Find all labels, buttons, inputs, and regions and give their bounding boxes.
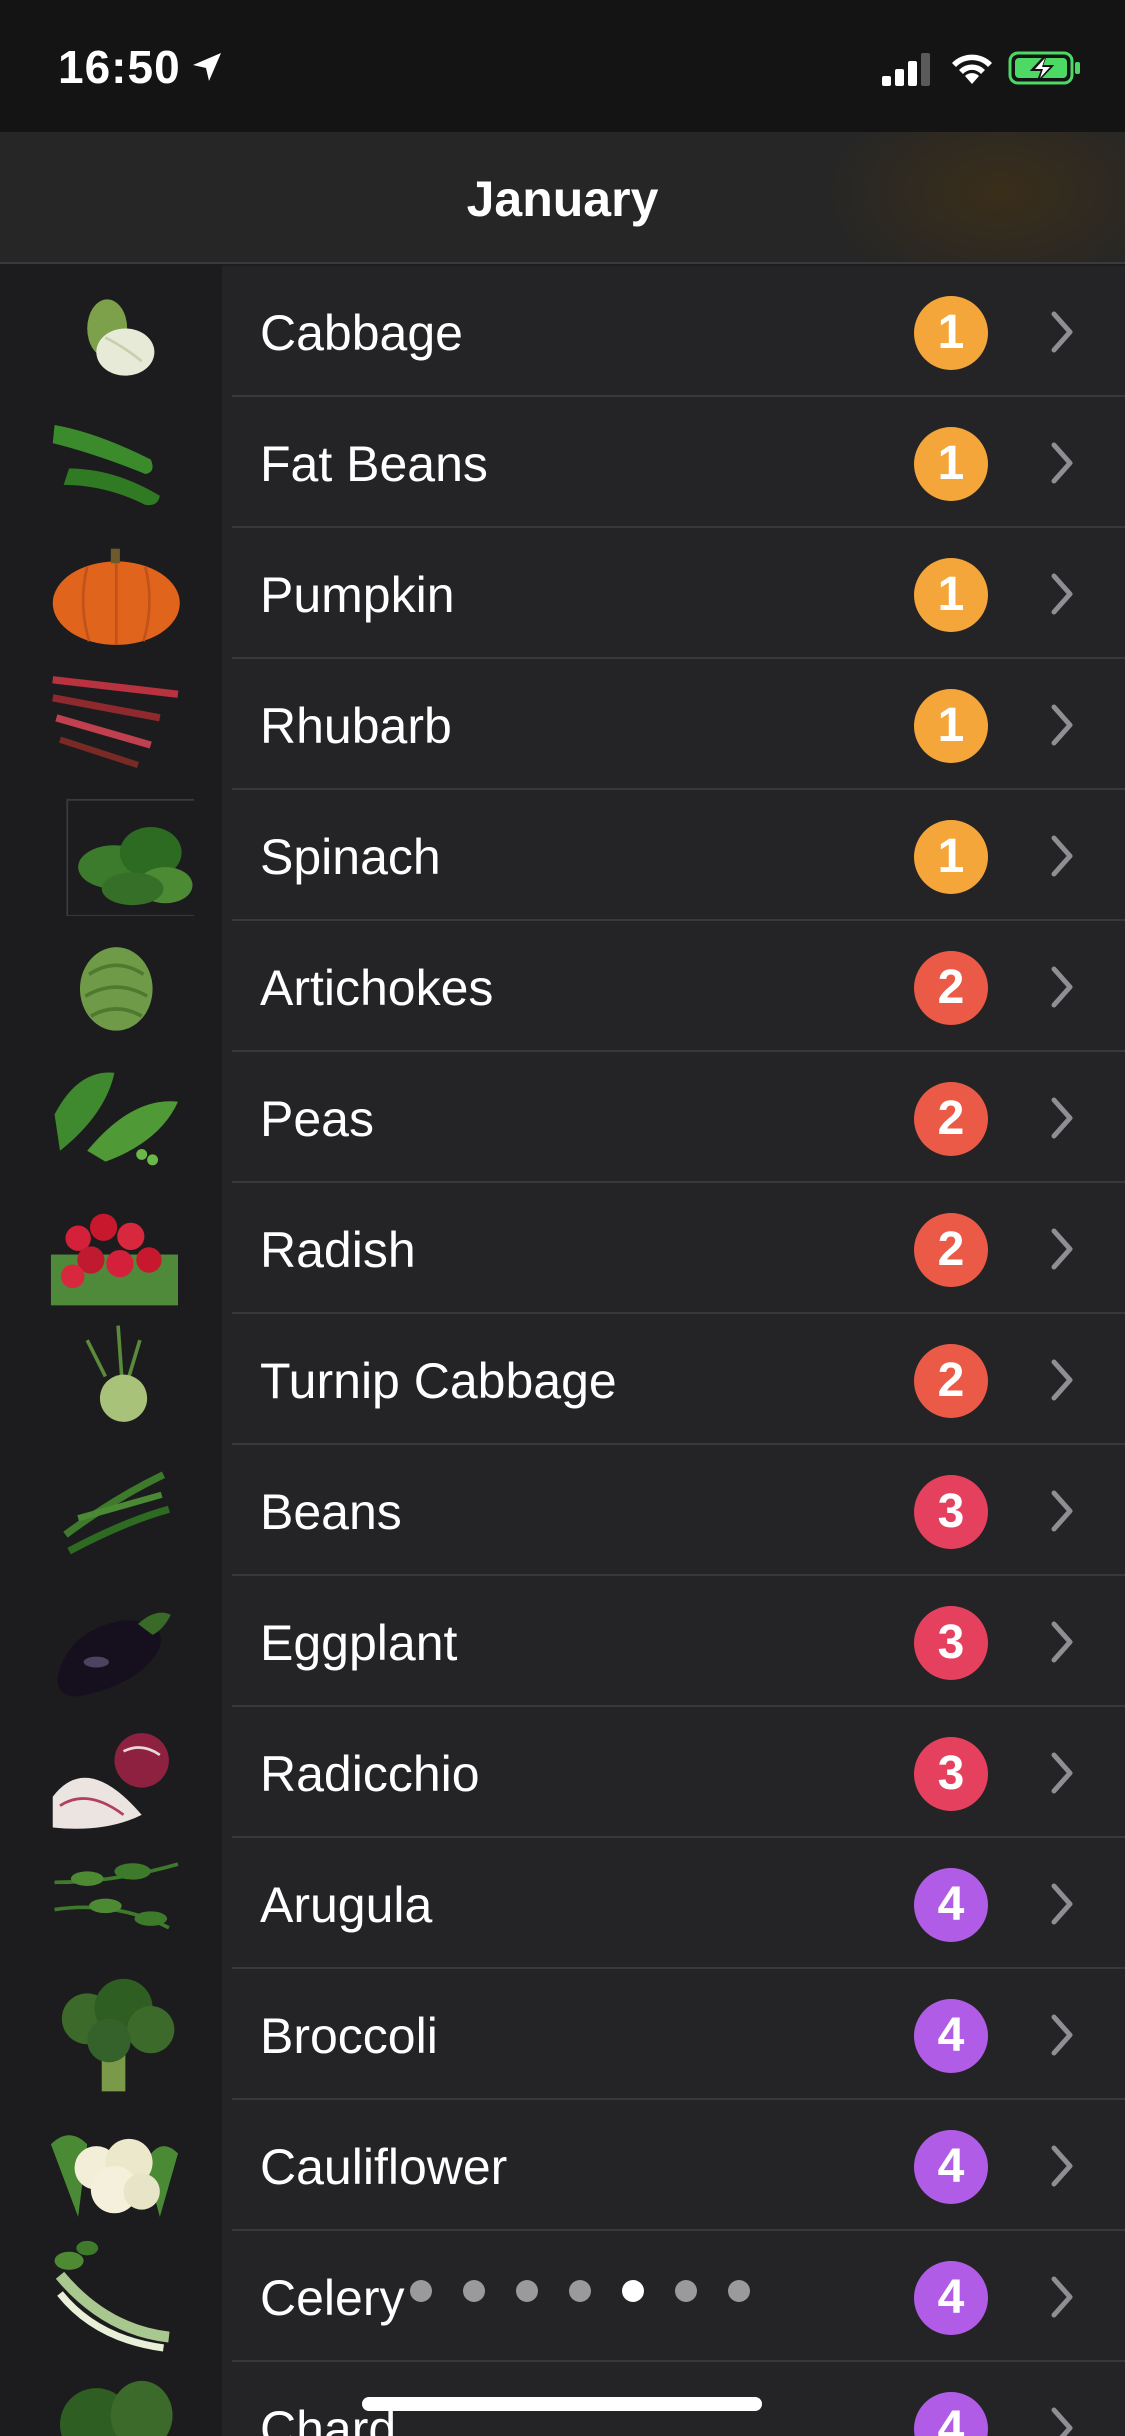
season-badge: 3 bbox=[914, 1737, 988, 1811]
page-dot[interactable] bbox=[516, 2280, 538, 2302]
chevron-right-icon bbox=[1051, 1883, 1073, 1925]
page-dot[interactable] bbox=[410, 2280, 432, 2302]
battery-charging-icon bbox=[1008, 51, 1080, 85]
list-item[interactable]: Turnip Cabbage 2 bbox=[0, 1314, 1125, 1445]
chevron-right-icon bbox=[1051, 2276, 1073, 2318]
chevron-right-icon bbox=[1051, 835, 1073, 877]
list-item[interactable]: Radicchio 3 bbox=[0, 1707, 1125, 1838]
season-badge: 2 bbox=[914, 1344, 988, 1418]
fat-beans-image bbox=[52, 424, 160, 506]
season-badge: 2 bbox=[914, 951, 988, 1025]
status-time: 16:50 bbox=[58, 41, 181, 93]
season-badge: 4 bbox=[914, 2130, 988, 2204]
eggplant-image bbox=[57, 1612, 171, 1697]
page-dot[interactable] bbox=[622, 2280, 644, 2302]
row-label: Turnip Cabbage bbox=[260, 1353, 617, 1409]
list-item[interactable]: Cauliflower 4 bbox=[0, 2100, 1125, 2231]
cellular-signal-icon bbox=[882, 53, 930, 86]
chevron-right-icon bbox=[1051, 573, 1073, 615]
celery-image bbox=[54, 2240, 170, 2352]
chevron-right-icon bbox=[1051, 2407, 1073, 2436]
row-label: Rhubarb bbox=[260, 698, 452, 754]
row-label: Cauliflower bbox=[260, 2139, 508, 2195]
row-label: Beans bbox=[260, 1484, 402, 1540]
spinach-image bbox=[66, 798, 194, 916]
cauliflower-image bbox=[50, 2135, 178, 2217]
radicchio-image bbox=[52, 1733, 169, 1829]
chard-image bbox=[60, 2380, 173, 2436]
row-label: Fat Beans bbox=[260, 436, 488, 492]
list-item[interactable]: Spinach 1 bbox=[0, 790, 1125, 921]
cabbage-image bbox=[87, 299, 155, 376]
vegetable-list[interactable]: Cabbage 1 Fat Beans 1 Pumpkin 1 Rhubarb 1 Spinac… bbox=[0, 266, 1125, 2436]
season-badge: 4 bbox=[914, 2261, 988, 2335]
page-dot[interactable] bbox=[463, 2280, 485, 2302]
list-item[interactable]: Fat Beans 1 bbox=[0, 397, 1125, 528]
chevron-right-icon bbox=[1051, 2014, 1073, 2056]
row-label: Peas bbox=[260, 1091, 374, 1147]
location-arrow-icon bbox=[193, 53, 221, 81]
row-label: Radicchio bbox=[260, 1746, 480, 1802]
season-badge: 2 bbox=[914, 1213, 988, 1287]
page-indicator[interactable] bbox=[410, 2280, 770, 2310]
season-badge: 1 bbox=[914, 820, 988, 894]
list-item[interactable]: Beans 3 bbox=[0, 1445, 1125, 1576]
broccoli-image bbox=[61, 1978, 175, 2092]
chevron-right-icon bbox=[1051, 1228, 1073, 1270]
season-badge: 3 bbox=[914, 1606, 988, 1680]
artichoke-image bbox=[79, 947, 153, 1031]
row-label: Eggplant bbox=[260, 1615, 458, 1671]
season-badge: 4 bbox=[914, 1868, 988, 1942]
chevron-right-icon bbox=[1051, 1752, 1073, 1794]
list-item[interactable]: Pumpkin 1 bbox=[0, 528, 1125, 659]
list-item[interactable]: Rhubarb 1 bbox=[0, 659, 1125, 790]
chevron-right-icon bbox=[1051, 966, 1073, 1008]
chevron-right-icon bbox=[1051, 442, 1073, 484]
season-badge: 4 bbox=[914, 1999, 988, 2073]
season-badge: 1 bbox=[914, 296, 988, 370]
chevron-right-icon bbox=[1051, 311, 1073, 353]
status-bar: 16:50 bbox=[0, 0, 1125, 132]
chevron-right-icon bbox=[1051, 1097, 1073, 1139]
row-label: Spinach bbox=[260, 829, 441, 885]
page-dot[interactable] bbox=[569, 2280, 591, 2302]
wifi-icon bbox=[952, 54, 992, 84]
list-item[interactable]: Radish 2 bbox=[0, 1183, 1125, 1314]
pumpkin-image bbox=[52, 548, 180, 645]
page-title: January bbox=[466, 171, 659, 227]
season-badge: 1 bbox=[914, 427, 988, 501]
list-item[interactable]: Cabbage 1 bbox=[0, 266, 1125, 397]
row-label: Pumpkin bbox=[260, 567, 455, 623]
rhubarb-image bbox=[52, 676, 179, 769]
row-label: Arugula bbox=[260, 1877, 433, 1933]
list-item[interactable]: Eggplant 3 bbox=[0, 1576, 1125, 1707]
list-item[interactable]: Broccoli 4 bbox=[0, 1969, 1125, 2100]
chevron-right-icon bbox=[1051, 1490, 1073, 1532]
season-badge: 2 bbox=[914, 1082, 988, 1156]
season-badge: 3 bbox=[914, 1475, 988, 1549]
chevron-right-icon bbox=[1051, 2145, 1073, 2187]
home-indicator[interactable] bbox=[362, 2397, 762, 2411]
list-item[interactable]: Arugula 4 bbox=[0, 1838, 1125, 1969]
row-label: Cabbage bbox=[260, 305, 463, 361]
beans-image bbox=[63, 1471, 170, 1555]
turnip-cabbage-image bbox=[85, 1325, 148, 1422]
radish-image bbox=[50, 1213, 178, 1306]
navigation-bar: January bbox=[0, 132, 1125, 264]
list-item[interactable]: Peas 2 bbox=[0, 1052, 1125, 1183]
season-badge: 1 bbox=[914, 558, 988, 632]
row-label: Broccoli bbox=[260, 2008, 438, 2064]
page-dot[interactable] bbox=[728, 2280, 750, 2302]
arugula-image bbox=[54, 1862, 179, 1930]
row-label: Radish bbox=[260, 1222, 416, 1278]
chevron-right-icon bbox=[1051, 1621, 1073, 1663]
chevron-right-icon bbox=[1051, 704, 1073, 746]
season-badge: 1 bbox=[914, 689, 988, 763]
chevron-right-icon bbox=[1051, 1359, 1073, 1401]
row-label: Artichokes bbox=[260, 960, 494, 1016]
list-item[interactable]: Artichokes 2 bbox=[0, 921, 1125, 1052]
page-dot[interactable] bbox=[675, 2280, 697, 2302]
row-label: Celery bbox=[260, 2270, 405, 2326]
peas-image bbox=[54, 1072, 178, 1166]
